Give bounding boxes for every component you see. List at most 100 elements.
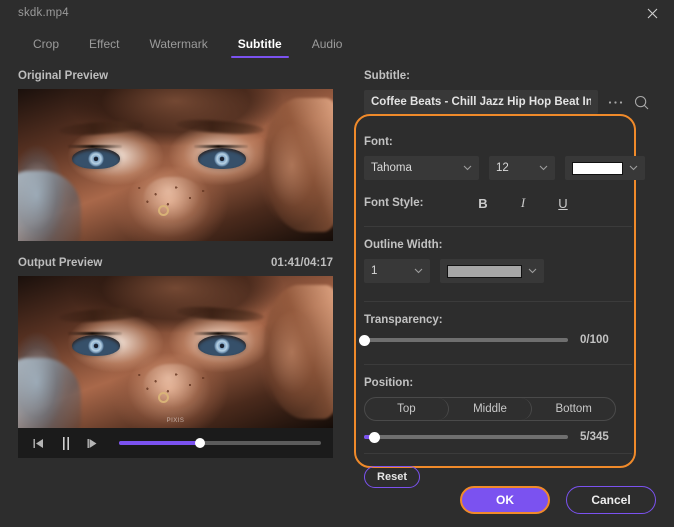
original-preview-image [18,89,333,241]
font-label: Font: [364,136,393,148]
position-option-bottom[interactable]: Bottom [532,398,615,420]
tab-bar: Crop Effect Watermark Subtitle Audio [0,26,674,58]
transparency-row: 0/100 [358,334,674,346]
photo-eye-left [71,335,120,357]
position-option-top[interactable]: Top [365,398,449,420]
photo-nose-ring [158,204,170,216]
position-option-middle[interactable]: Middle [449,398,533,420]
close-button[interactable] [630,0,674,26]
outline-width-value: 1 [371,265,378,277]
divider [364,301,632,302]
divider [364,226,632,227]
subtitle-search-button[interactable] [628,90,654,114]
settings-column: Subtitle: Coffee Beats - Chill Jazz Hip … [352,58,674,527]
ellipsis-icon [608,100,622,104]
divider [364,453,632,454]
position-offset-row: 5/345 [364,431,674,443]
previous-frame-icon [33,438,43,448]
font-color-swatch [572,161,623,175]
font-section: Font: Tahoma 12 [364,136,674,192]
photo-eye-left [71,148,120,170]
outline-row: 1 [364,259,674,283]
next-frame-icon [87,438,97,448]
tab-crop[interactable]: Crop [18,37,74,58]
search-icon [634,95,648,109]
position-offset-slider[interactable] [364,431,568,443]
transparency-value: 0/100 [580,334,609,346]
dialog-footer: OK Cancel [460,486,656,514]
font-color-select[interactable] [565,156,645,180]
transparency-slider-handle[interactable] [358,334,370,346]
position-offset-slider-handle[interactable] [368,431,380,443]
reset-button[interactable]: Reset [364,466,420,488]
font-family-select[interactable]: Tahoma [364,156,479,180]
playback-progress-fill [119,441,200,445]
outline-color-select[interactable] [440,259,544,283]
subtitle-field-group: Subtitle: [352,70,674,82]
subtitle-overlay-text: PIXIS [166,418,185,424]
subtitle-input[interactable] [364,90,598,114]
playback-progress-slider[interactable] [119,438,321,448]
playback-progress-handle[interactable] [194,438,205,448]
preview-timecode: 01:41/04:17 [270,257,333,269]
window-title: skdk.mp4 [18,7,69,19]
original-preview-header: Original Preview [18,70,333,82]
tab-watermark[interactable]: Watermark [134,37,222,58]
position-segmented-control: Top Middle Bottom [364,397,616,421]
transparency-section: Transparency: 0/100 [358,314,674,364]
chevron-down-icon [538,163,548,173]
font-size-select[interactable]: 12 [489,156,555,180]
subtitle-more-button[interactable] [602,90,628,114]
font-style-label: Font Style: [364,197,424,209]
player-controls [18,428,333,458]
photo-eye-right [197,148,246,170]
output-preview-image: PIXIS [18,276,333,428]
position-label: Position: [364,377,414,389]
subtitle-input-row [352,90,674,114]
tab-subtitle[interactable]: Subtitle [223,37,297,58]
tab-effect[interactable]: Effect [74,37,134,58]
photo-eye-right [197,335,246,357]
font-style-section: Font Style: B I U [364,192,674,226]
outline-section: Outline Width: 1 [364,239,674,301]
cancel-button[interactable]: Cancel [566,486,656,514]
photo-freckles [131,370,214,395]
position-section: Position: Top Middle Bottom 5/345 [364,377,674,453]
original-preview-label: Original Preview [18,70,109,82]
chevron-down-icon [629,163,638,173]
close-icon [647,8,657,18]
chevron-down-icon [528,266,537,276]
outline-width-select[interactable]: 1 [364,259,430,283]
outline-width-label: Outline Width: [364,239,443,251]
chevron-down-icon [413,266,423,276]
chevron-down-icon [462,163,472,173]
subtitle-settings-dialog: skdk.mp4 Crop Effect Watermark Subtitle … [0,0,674,527]
subtitle-style-panel: Font: Tahoma 12 Font Style: B I U Outlin… [352,136,674,488]
pause-button[interactable] [57,435,74,452]
outline-color-swatch [447,264,522,278]
photo-nose-ring [158,391,170,403]
font-size-value: 12 [496,162,509,174]
font-style-row: Font Style: B I U [364,192,674,214]
photo-freckles [131,183,214,208]
dialog-body: Original Preview Output Preview 01:41/04… [0,58,674,527]
title-bar: skdk.mp4 [0,0,674,26]
subtitle-label: Subtitle: [364,70,410,82]
transparency-label: Transparency: [364,314,443,326]
output-preview-header: Output Preview 01:41/04:17 [18,257,333,269]
font-row: Tahoma 12 [364,156,674,180]
divider [364,364,632,365]
output-preview-label: Output Preview [18,257,103,269]
tab-audio[interactable]: Audio [297,37,358,58]
bold-button[interactable]: B [468,192,498,214]
preview-column: Original Preview Output Preview 01:41/04… [0,58,352,527]
italic-button[interactable]: I [508,192,538,214]
font-family-value: Tahoma [371,162,412,174]
next-frame-button[interactable] [84,435,101,452]
underline-button[interactable]: U [548,192,578,214]
pause-icon [62,436,69,450]
position-offset-value: 5/345 [580,431,609,443]
previous-frame-button[interactable] [30,435,47,452]
transparency-slider[interactable] [358,334,568,346]
ok-button[interactable]: OK [460,486,550,514]
